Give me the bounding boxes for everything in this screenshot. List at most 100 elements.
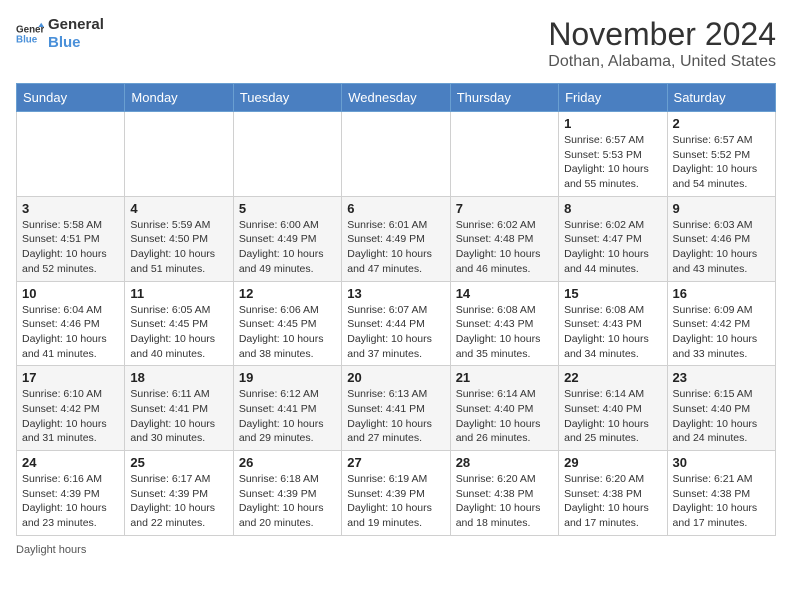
calendar-cell [17, 112, 125, 197]
calendar-cell: 27 Sunrise: 6:19 AMSunset: 4:39 PMDayligh… [342, 451, 450, 536]
day-number: 29 [564, 455, 661, 470]
day-info: Sunrise: 6:03 AMSunset: 4:46 PMDaylight:… [673, 218, 770, 277]
calendar-cell [125, 112, 233, 197]
day-number: 27 [347, 455, 444, 470]
day-number: 10 [22, 286, 119, 301]
day-number: 30 [673, 455, 770, 470]
day-info: Sunrise: 6:18 AMSunset: 4:39 PMDaylight:… [239, 472, 336, 531]
calendar-week-row: 24 Sunrise: 6:16 AMSunset: 4:39 PMDayligh… [17, 451, 776, 536]
day-info: Sunrise: 6:00 AMSunset: 4:49 PMDaylight:… [239, 218, 336, 277]
calendar-cell: 3 Sunrise: 5:58 AMSunset: 4:51 PMDaylight… [17, 196, 125, 281]
calendar-cell: 16 Sunrise: 6:09 AMSunset: 4:42 PMDayligh… [667, 281, 775, 366]
day-number: 3 [22, 201, 119, 216]
day-number: 16 [673, 286, 770, 301]
day-info: Sunrise: 6:14 AMSunset: 4:40 PMDaylight:… [564, 387, 661, 446]
day-number: 1 [564, 116, 661, 131]
calendar-cell: 8 Sunrise: 6:02 AMSunset: 4:47 PMDaylight… [559, 196, 667, 281]
day-info: Sunrise: 6:20 AMSunset: 4:38 PMDaylight:… [456, 472, 553, 531]
day-info: Sunrise: 6:15 AMSunset: 4:40 PMDaylight:… [673, 387, 770, 446]
calendar-cell [342, 112, 450, 197]
day-number: 11 [130, 286, 227, 301]
logo-icon: General Blue [16, 20, 44, 48]
day-number: 22 [564, 370, 661, 385]
day-number: 12 [239, 286, 336, 301]
logo: General Blue General Blue [16, 16, 104, 52]
calendar-cell: 26 Sunrise: 6:18 AMSunset: 4:39 PMDayligh… [233, 451, 341, 536]
day-info: Sunrise: 6:57 AMSunset: 5:52 PMDaylight:… [673, 133, 770, 192]
day-info: Sunrise: 6:05 AMSunset: 4:45 PMDaylight:… [130, 303, 227, 362]
day-info: Sunrise: 6:07 AMSunset: 4:44 PMDaylight:… [347, 303, 444, 362]
day-info: Sunrise: 6:10 AMSunset: 4:42 PMDaylight:… [22, 387, 119, 446]
calendar-cell: 14Sunrise: 6:08 AMSunset: 4:43 PMDayligh… [450, 281, 558, 366]
footer: Daylight hours [16, 544, 776, 556]
day-number: 9 [673, 201, 770, 216]
calendar-week-row: 3 Sunrise: 5:58 AMSunset: 4:51 PMDaylight… [17, 196, 776, 281]
day-info: Sunrise: 6:04 AMSunset: 4:46 PMDaylight:… [22, 303, 119, 362]
day-info: Sunrise: 6:20 AMSunset: 4:38 PMDaylight:… [564, 472, 661, 531]
day-number: 28 [456, 455, 553, 470]
calendar-cell [233, 112, 341, 197]
day-number: 25 [130, 455, 227, 470]
day-number: 20 [347, 370, 444, 385]
calendar-cell: 15 Sunrise: 6:08 AMSunset: 4:43 PMDayligh… [559, 281, 667, 366]
calendar-cell: 4 Sunrise: 5:59 AMSunset: 4:50 PMDaylight… [125, 196, 233, 281]
day-info: Sunrise: 6:11 AMSunset: 4:41 PMDaylight:… [130, 387, 227, 446]
day-info: Sunrise: 6:19 AMSunset: 4:39 PMDaylight:… [347, 472, 444, 531]
title-area: November 2024 Dothan, Alabama, United St… [548, 16, 776, 71]
calendar-cell: 2 Sunrise: 6:57 AMSunset: 5:52 PMDaylight… [667, 112, 775, 197]
day-number: 13 [347, 286, 444, 301]
calendar-header-row: SundayMondayTuesdayWednesdayThursdayFrid… [17, 84, 776, 112]
day-info: Sunrise: 6:09 AMSunset: 4:42 PMDaylight:… [673, 303, 770, 362]
day-info: Sunrise: 6:02 AMSunset: 4:48 PMDaylight:… [456, 218, 553, 277]
day-number: 2 [673, 116, 770, 131]
day-info: Sunrise: 6:16 AMSunset: 4:39 PMDaylight:… [22, 472, 119, 531]
calendar-cell: 6Sunrise: 6:01 AMSunset: 4:49 PMDaylight… [342, 196, 450, 281]
day-number: 24 [22, 455, 119, 470]
day-number: 4 [130, 201, 227, 216]
day-info: Sunrise: 6:21 AMSunset: 4:38 PMDaylight:… [673, 472, 770, 531]
day-info: Sunrise: 6:13 AMSunset: 4:41 PMDaylight:… [347, 387, 444, 446]
day-number: 5 [239, 201, 336, 216]
day-number: 26 [239, 455, 336, 470]
day-number: 18 [130, 370, 227, 385]
day-info: Sunrise: 6:57 AMSunset: 5:53 PMDaylight:… [564, 133, 661, 192]
calendar-day-header: Wednesday [342, 84, 450, 112]
location-subtitle: Dothan, Alabama, United States [548, 53, 776, 71]
day-number: 14 [456, 286, 553, 301]
day-info: Sunrise: 6:08 AMSunset: 4:43 PMDaylight:… [564, 303, 661, 362]
day-info: Sunrise: 6:01 AMSunset: 4:49 PMDaylight:… [347, 218, 444, 277]
calendar-table: SundayMondayTuesdayWednesdayThursdayFrid… [16, 83, 776, 536]
day-number: 17 [22, 370, 119, 385]
day-number: 21 [456, 370, 553, 385]
calendar-cell: 29 Sunrise: 6:20 AMSunset: 4:38 PMDayligh… [559, 451, 667, 536]
day-info: Sunrise: 6:02 AMSunset: 4:47 PMDaylight:… [564, 218, 661, 277]
daylight-label: Daylight hours [16, 544, 86, 556]
calendar-day-header: Thursday [450, 84, 558, 112]
calendar-day-header: Saturday [667, 84, 775, 112]
day-info: Sunrise: 5:59 AMSunset: 4:50 PMDaylight:… [130, 218, 227, 277]
calendar-day-header: Tuesday [233, 84, 341, 112]
day-number: 23 [673, 370, 770, 385]
day-info: Sunrise: 6:17 AMSunset: 4:39 PMDaylight:… [130, 472, 227, 531]
calendar-cell: 17 Sunrise: 6:10 AMSunset: 4:42 PMDayligh… [17, 366, 125, 451]
day-number: 7 [456, 201, 553, 216]
calendar-cell: 7 Sunrise: 6:02 AMSunset: 4:48 PMDaylight… [450, 196, 558, 281]
day-info: Sunrise: 5:58 AMSunset: 4:51 PMDaylight:… [22, 218, 119, 277]
day-number: 8 [564, 201, 661, 216]
svg-text:Blue: Blue [16, 34, 38, 45]
logo-blue-text: Blue [48, 34, 104, 52]
calendar-cell: 10 Sunrise: 6:04 AMSunset: 4:46 PMDayligh… [17, 281, 125, 366]
month-title: November 2024 [548, 16, 776, 53]
calendar-cell: 30 Sunrise: 6:21 AMSunset: 4:38 PMDayligh… [667, 451, 775, 536]
calendar-cell: 13 Sunrise: 6:07 AMSunset: 4:44 PMDayligh… [342, 281, 450, 366]
calendar-cell: 23 Sunrise: 6:15 AMSunset: 4:40 PMDayligh… [667, 366, 775, 451]
calendar-cell: 12Sunrise: 6:06 AMSunset: 4:45 PMDayligh… [233, 281, 341, 366]
day-number: 15 [564, 286, 661, 301]
calendar-cell: 21 Sunrise: 6:14 AMSunset: 4:40 PMDayligh… [450, 366, 558, 451]
calendar-cell: 25 Sunrise: 6:17 AMSunset: 4:39 PMDayligh… [125, 451, 233, 536]
day-info: Sunrise: 6:14 AMSunset: 4:40 PMDaylight:… [456, 387, 553, 446]
calendar-day-header: Friday [559, 84, 667, 112]
calendar-cell [450, 112, 558, 197]
calendar-week-row: 17 Sunrise: 6:10 AMSunset: 4:42 PMDayligh… [17, 366, 776, 451]
calendar-cell: 11 Sunrise: 6:05 AMSunset: 4:45 PMDayligh… [125, 281, 233, 366]
